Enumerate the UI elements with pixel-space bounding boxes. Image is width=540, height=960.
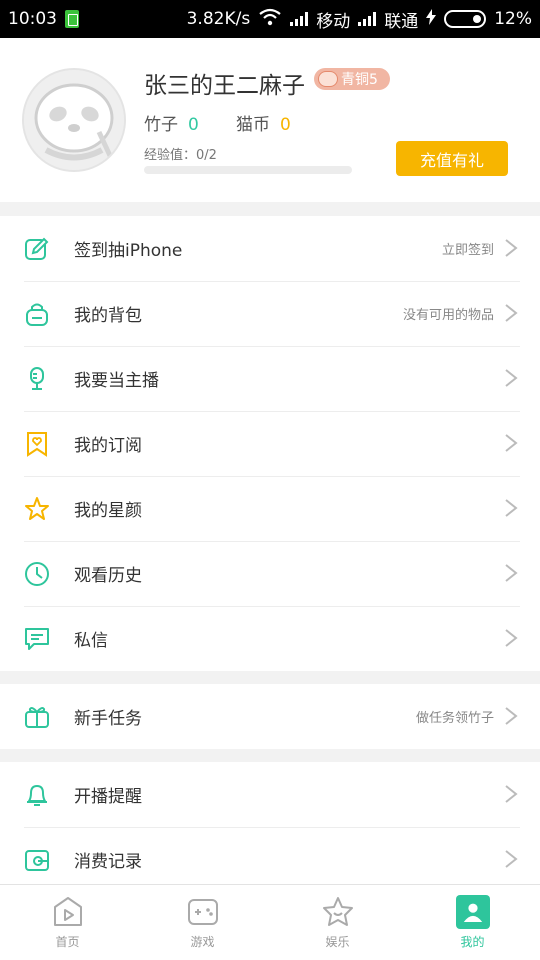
chevron-right-icon	[504, 849, 518, 869]
bottom-tab-bar: 首页 游戏 娱乐 我的	[0, 884, 540, 960]
chevron-right-icon	[504, 563, 518, 583]
profile-card: 张三的王二麻子 青铜5 竹子 0 猫币 0 经验值：0/2 充值有礼	[0, 38, 540, 202]
signal-icon	[290, 12, 309, 26]
chevron-right-icon	[504, 303, 518, 323]
backpack-icon	[24, 301, 50, 327]
menu-item-sign-in[interactable]: 签到抽iPhone 立即签到	[0, 216, 540, 281]
username: 张三的王二麻子	[144, 73, 305, 99]
menu-label: 我要当主播	[74, 371, 159, 391]
menu-hint: 立即签到	[441, 243, 494, 258]
gift-icon	[24, 704, 50, 730]
chevron-right-icon	[504, 498, 518, 518]
menu-label: 签到抽iPhone	[74, 241, 183, 261]
battery-percent: 12%	[494, 9, 532, 29]
star-outline-icon	[322, 897, 353, 926]
charging-icon	[426, 8, 437, 30]
carrier-1: 移动	[316, 11, 351, 32]
chevron-right-icon	[504, 238, 518, 258]
menu-item-spending-record[interactable]: 消费记录	[0, 827, 540, 884]
chevron-right-icon	[504, 784, 518, 804]
tab-mine[interactable]: 我的	[405, 885, 540, 960]
menu-label: 消费记录	[74, 852, 142, 872]
panda-avatar-icon	[24, 70, 124, 170]
wifi-icon	[258, 8, 282, 31]
coin-stat: 猫币 0	[236, 110, 291, 135]
menu-item-watch-history[interactable]: 观看历史	[0, 541, 540, 606]
menu-item-private-message[interactable]: 私信	[0, 606, 540, 671]
bamboo-value: 0	[188, 115, 199, 135]
menu-label: 观看历史	[74, 566, 142, 586]
menu-item-live-reminder[interactable]: 开播提醒	[0, 762, 540, 827]
menu-hint: 做任务领竹子	[415, 711, 494, 726]
gamepad-icon	[187, 899, 218, 925]
tab-label: 游戏	[190, 935, 215, 949]
sim-card-icon	[65, 10, 79, 28]
tab-label: 我的	[460, 935, 485, 949]
menu-group-main: 签到抽iPhone 立即签到 我的背包 没有可用的物品 我要当主播 我的订阅 我…	[0, 216, 540, 671]
menu-label: 私信	[74, 631, 108, 651]
tab-games[interactable]: 游戏	[135, 885, 270, 960]
menu-label: 我的订阅	[74, 436, 142, 456]
bamboo-stat: 竹子 0	[144, 110, 199, 135]
menu-item-backpack[interactable]: 我的背包 没有可用的物品	[0, 281, 540, 346]
level-badge-text: 青铜5	[341, 72, 378, 88]
home-play-icon	[53, 897, 82, 926]
chevron-right-icon	[504, 368, 518, 388]
menu-item-star-face[interactable]: 我的星颜	[0, 476, 540, 541]
microphone-icon	[24, 366, 50, 392]
recharge-button[interactable]: 充值有礼	[396, 141, 508, 176]
chevron-right-icon	[504, 628, 518, 648]
clock-icon	[24, 561, 50, 587]
tab-home[interactable]: 首页	[0, 885, 135, 960]
chevron-right-icon	[504, 433, 518, 453]
pig-face-icon	[318, 71, 338, 87]
wallet-icon	[24, 847, 50, 873]
coin-value: 0	[280, 115, 291, 135]
menu-label: 我的背包	[74, 306, 142, 326]
coin-label: 猫币	[236, 115, 270, 135]
menu-item-newbie-tasks[interactable]: 新手任务 做任务领竹子	[0, 684, 540, 749]
sign-in-icon	[24, 236, 50, 262]
bell-icon	[24, 782, 50, 808]
signal-icon	[358, 12, 377, 26]
status-bar: 10:03 3.82K/s 移动 联通 12%	[0, 0, 540, 38]
menu-item-become-streamer[interactable]: 我要当主播	[0, 346, 540, 411]
carrier-2: 联通	[384, 11, 419, 32]
status-time: 10:03	[8, 9, 57, 29]
star-icon	[24, 496, 50, 522]
message-icon	[24, 626, 50, 652]
tab-entertainment[interactable]: 娱乐	[270, 885, 405, 960]
profile-icon	[455, 895, 490, 929]
avatar[interactable]	[22, 68, 126, 172]
menu-label: 开播提醒	[74, 787, 142, 807]
battery-icon	[444, 10, 487, 28]
menu-label: 我的星颜	[74, 501, 142, 521]
menu-hint: 没有可用的物品	[402, 308, 494, 323]
menu-item-subscriptions[interactable]: 我的订阅	[0, 411, 540, 476]
tab-label: 娱乐	[325, 935, 350, 949]
network-speed: 3.82K/s	[186, 9, 251, 29]
bamboo-label: 竹子	[144, 115, 178, 135]
menu-group-tasks: 新手任务 做任务领竹子	[0, 684, 540, 749]
menu-label: 新手任务	[74, 709, 142, 729]
level-badge: 青铜5	[314, 68, 390, 90]
subscription-heart-icon	[24, 431, 50, 457]
exp-progress-bar	[144, 166, 352, 174]
tab-label: 首页	[55, 935, 80, 949]
exp-text: 经验值：0/2	[144, 148, 217, 163]
chevron-right-icon	[504, 706, 518, 726]
menu-group-settings: 开播提醒 消费记录	[0, 762, 540, 884]
